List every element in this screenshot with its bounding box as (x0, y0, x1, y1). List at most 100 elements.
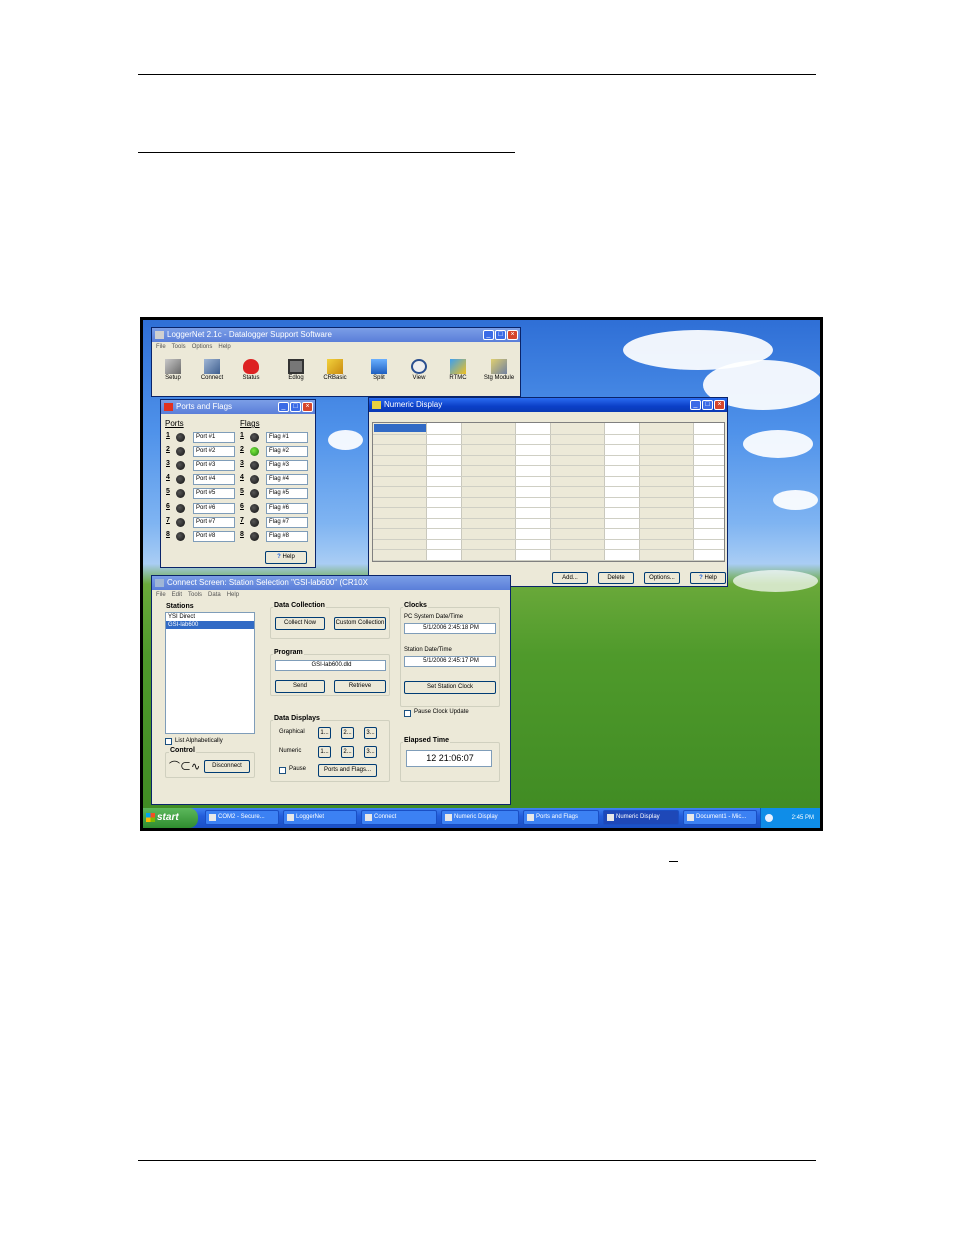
menu-tools[interactable]: Tools (172, 342, 186, 353)
title-bar[interactable]: Numeric Display _ □ × (369, 398, 727, 412)
menu-tools[interactable]: Tools (188, 590, 202, 601)
connect-button[interactable]: Connect (193, 357, 231, 389)
pause-checkbox[interactable] (279, 767, 286, 774)
view-button[interactable]: View (400, 357, 438, 389)
port-name-field[interactable]: Port #4 (193, 474, 235, 485)
taskbar-item[interactable]: Numeric Display (603, 810, 679, 825)
crbasic-button[interactable]: CRBasic (316, 357, 354, 389)
port-name-field[interactable]: Port #3 (193, 460, 235, 471)
maximize-icon[interactable]: □ (702, 400, 713, 410)
list-item[interactable]: YSI Direct (166, 613, 254, 621)
menu-file[interactable]: File (156, 590, 166, 601)
flag-led-icon[interactable] (250, 504, 259, 513)
minimize-icon[interactable]: _ (690, 400, 701, 410)
flag-name-field[interactable]: Flag #1 (266, 432, 308, 443)
taskbar-item[interactable]: LoggerNet (283, 810, 357, 825)
flag-led-icon[interactable] (250, 447, 259, 456)
menu-options[interactable]: Options (192, 342, 213, 353)
flag-name-field[interactable]: Flag #7 (266, 517, 308, 528)
pause-clock-checkbox[interactable] (404, 710, 411, 717)
program-file-field[interactable]: GSI-lab600.dld (275, 660, 386, 671)
port-led-icon[interactable] (176, 461, 185, 470)
minimize-icon[interactable]: _ (278, 402, 289, 412)
help-button[interactable]: ? Help (265, 551, 307, 564)
port-name-field[interactable]: Port #8 (193, 531, 235, 542)
port-led-icon[interactable] (176, 532, 185, 541)
port-led-icon[interactable] (176, 475, 185, 484)
status-button[interactable]: Status (232, 357, 270, 389)
port-name-field[interactable]: Port #7 (193, 517, 235, 528)
flag-name-field[interactable]: Flag #3 (266, 460, 308, 471)
title-bar[interactable]: Connect Screen: Station Selection "GSI-l… (152, 576, 510, 590)
list-alpha-checkbox[interactable] (165, 738, 172, 745)
port-name-field[interactable]: Port #2 (193, 446, 235, 457)
start-button[interactable]: start (143, 808, 198, 828)
help-button[interactable]: ? Help (690, 572, 726, 584)
port-name-field[interactable]: Port #6 (193, 503, 235, 514)
taskbar-item[interactable]: Connect (361, 810, 437, 825)
port-led-icon[interactable] (176, 518, 185, 527)
flag-name-field[interactable]: Flag #5 (266, 488, 308, 499)
edlog-button[interactable]: Edlog (277, 357, 315, 389)
storage-module-button[interactable]: Stg Module (480, 357, 518, 389)
flag-name-field[interactable]: Flag #2 (266, 446, 308, 457)
ports-flags-button[interactable]: Ports and Flags... (318, 764, 377, 777)
flag-led-icon[interactable] (250, 475, 259, 484)
title-bar[interactable]: Ports and Flags _ □ × (161, 400, 315, 414)
port-led-icon[interactable] (176, 447, 185, 456)
taskbar-item[interactable]: COM2 - Secure... (205, 810, 279, 825)
menu-data[interactable]: Data (208, 590, 221, 601)
taskbar-item[interactable]: Ports and Flags (523, 810, 599, 825)
flag-led-icon[interactable] (250, 532, 259, 541)
menu-edit[interactable]: Edit (172, 590, 182, 601)
add-button[interactable]: Add... (552, 572, 588, 584)
port-led-icon[interactable] (176, 433, 185, 442)
close-icon[interactable]: × (302, 402, 313, 412)
setup-button[interactable]: Setup (154, 357, 192, 389)
flag-name-field[interactable]: Flag #4 (266, 474, 308, 485)
menu-help[interactable]: Help (218, 342, 230, 353)
title-bar[interactable]: LoggerNet 2.1c - Datalogger Support Soft… (152, 328, 520, 342)
flag-led-icon[interactable] (250, 433, 259, 442)
taskbar-item[interactable]: Numeric Display (441, 810, 519, 825)
list-item[interactable]: GSI-lab600 (166, 621, 254, 629)
tray-icon[interactable] (765, 814, 773, 822)
flag-name-field[interactable]: Flag #6 (266, 503, 308, 514)
taskbar-item[interactable]: Document1 - Mic... (683, 810, 757, 825)
menu-file[interactable]: File (156, 342, 166, 353)
delete-button[interactable]: Delete (598, 572, 634, 584)
numeric-3-button[interactable]: 3... (364, 746, 377, 758)
numeric-2-button[interactable]: 2... (341, 746, 354, 758)
graphical-3-button[interactable]: 3... (364, 727, 377, 739)
maximize-icon[interactable]: □ (290, 402, 301, 412)
custom-collection-button[interactable]: Custom Collection (334, 617, 386, 630)
split-button[interactable]: Split (360, 357, 398, 389)
flag-led-icon[interactable] (250, 489, 259, 498)
port-name-field[interactable]: Port #5 (193, 488, 235, 499)
close-icon[interactable]: × (714, 400, 725, 410)
clock[interactable]: 2:45 PM (792, 815, 814, 821)
flag-name-field[interactable]: Flag #8 (266, 531, 308, 542)
send-button[interactable]: Send (275, 680, 325, 693)
port-led-icon[interactable] (176, 489, 185, 498)
flag-led-icon[interactable] (250, 461, 259, 470)
port-led-icon[interactable] (176, 504, 185, 513)
options-button[interactable]: Options... (644, 572, 680, 584)
flag-led-icon[interactable] (250, 518, 259, 527)
numeric-1-button[interactable]: 1... (318, 746, 331, 758)
graphical-2-button[interactable]: 2... (341, 727, 354, 739)
port-name-field[interactable]: Port #1 (193, 432, 235, 443)
minimize-icon[interactable]: _ (483, 330, 494, 340)
maximize-icon[interactable]: □ (495, 330, 506, 340)
rtmc-button[interactable]: RTMC (439, 357, 477, 389)
selected-cell[interactable] (374, 424, 426, 432)
graphical-1-button[interactable]: 1... (318, 727, 331, 739)
numeric-grid[interactable] (372, 422, 725, 562)
collect-now-button[interactable]: Collect Now (275, 617, 325, 630)
set-station-clock-button[interactable]: Set Station Clock (404, 681, 496, 694)
close-icon[interactable]: × (507, 330, 518, 340)
menu-help[interactable]: Help (227, 590, 239, 601)
stations-list[interactable]: YSI Direct GSI-lab600 (165, 612, 255, 734)
retrieve-button[interactable]: Retrieve (334, 680, 386, 693)
disconnect-button[interactable]: Disconnect (204, 760, 250, 773)
